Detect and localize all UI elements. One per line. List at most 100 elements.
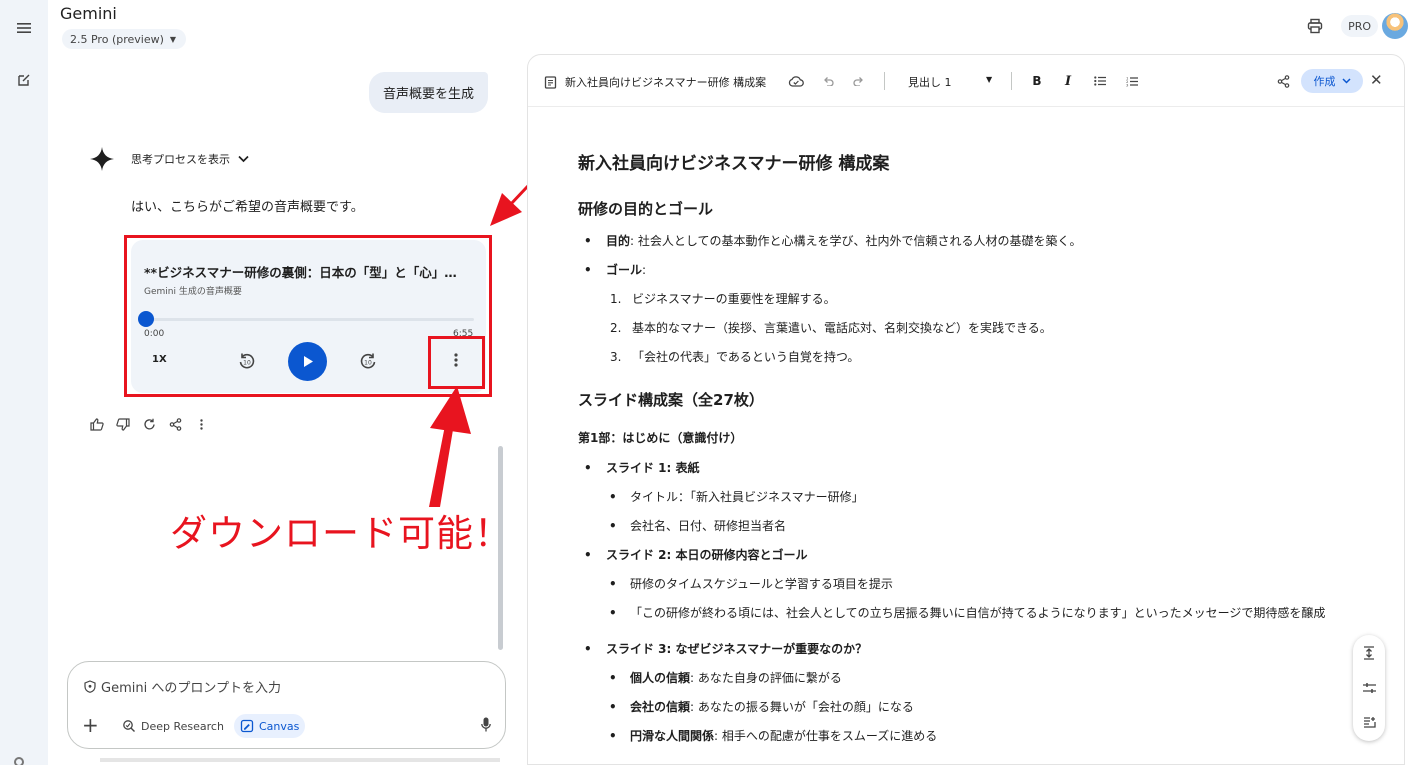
new-chat-icon[interactable] xyxy=(10,66,38,94)
add-attachment-icon[interactable]: + xyxy=(82,715,99,735)
response-actions xyxy=(90,417,208,431)
canvas-doc-title: 新入社員向けビジネスマナー研修 構成案 xyxy=(544,74,766,90)
close-icon[interactable]: ✕ xyxy=(1370,71,1383,89)
doc-heading-purpose: 研修の目的とゴール xyxy=(578,200,714,218)
list-item: • スライド 3: なぜビジネスマナーが重要なのか？ xyxy=(584,642,868,656)
document-icon xyxy=(544,75,557,89)
list-item: • 研修のタイムスケジュールと学習する項目を提示 xyxy=(609,577,893,591)
expand-icon[interactable] xyxy=(1361,645,1377,661)
list-item: 2. 基本的なマナー（挨拶、言葉遣い、電話応対、名刺交換など）を実践できる。 xyxy=(610,321,1052,335)
shield-icon xyxy=(84,680,96,693)
slide-title: スライド 3: なぜビジネスマナーが重要なのか？ xyxy=(606,642,868,656)
more-vert-icon[interactable] xyxy=(194,417,208,431)
svg-text:3: 3 xyxy=(1126,82,1129,87)
list-item: 1. ビジネスマナーの重要性を理解する。 xyxy=(610,292,836,306)
highlight-more-button xyxy=(428,336,485,389)
goal-item: ビジネスマナーの重要性を理解する。 xyxy=(632,292,836,306)
app-title: Gemini xyxy=(60,4,117,23)
canvas-chip[interactable]: Canvas xyxy=(234,714,306,738)
italic-icon[interactable]: I xyxy=(1059,72,1077,90)
item-label: 円滑な人間関係 xyxy=(630,729,715,743)
text-style-select[interactable]: 見出し 1 xyxy=(908,74,952,90)
floating-tools xyxy=(1353,635,1385,741)
canvas-doc-title-text: 新入社員向けビジネスマナー研修 構成案 xyxy=(565,76,767,89)
header-actions: PRO xyxy=(1301,12,1409,40)
canvas-toolbar: 新入社員向けビジネスマナー研修 構成案 見出し 1 ▼ B I 123 作成 ✕ xyxy=(528,55,1404,107)
slide-item: タイトル：「新入社員ビジネスマナー研修」 xyxy=(630,490,864,504)
thumb-down-icon[interactable] xyxy=(116,417,130,431)
deep-research-icon xyxy=(123,720,135,732)
user-message: 音声概要を生成 xyxy=(369,72,489,113)
slide-item: 研修のタイムスケジュールと学習する項目を提示 xyxy=(630,577,893,591)
chat-scrollbar[interactable] xyxy=(498,446,503,650)
slide-item: 会社名、日付、研修担当者名 xyxy=(630,519,787,533)
goal-item: 「会社の代表」であるという自覚を持つ。 xyxy=(632,350,860,364)
toolbar-divider xyxy=(1011,72,1012,90)
slide-title: スライド 1: 表紙 xyxy=(606,461,700,475)
doc-heading-part1: 第1部：はじめに（意識付け） xyxy=(578,431,743,445)
model-label: 2.5 Pro (preview) xyxy=(70,32,164,46)
numbered-list-icon[interactable]: 123 xyxy=(1123,72,1141,90)
tune-icon[interactable] xyxy=(1361,680,1377,696)
canvas-icon xyxy=(240,719,254,733)
plan-badge[interactable]: PRO xyxy=(1341,15,1378,37)
avatar[interactable] xyxy=(1382,13,1408,39)
create-button-label: 作成 xyxy=(1313,75,1336,88)
canvas-document[interactable]: 新入社員向けビジネスマナー研修 構成案 研修の目的とゴール • 目的: 社会人とし… xyxy=(578,149,1348,754)
prompt-placeholder: Gemini へのプロンプトを入力 xyxy=(101,681,281,696)
bold-icon[interactable]: B xyxy=(1028,72,1046,90)
list-item: 3. 「会社の代表」であるという自覚を持つ。 xyxy=(610,350,860,364)
share-icon[interactable] xyxy=(168,417,182,431)
list-item: • 会社名、日付、研修担当者名 xyxy=(609,519,787,533)
list-item: • ゴール: xyxy=(584,263,647,277)
goal-text: : xyxy=(642,263,647,277)
print-icon[interactable] xyxy=(1301,12,1329,40)
deep-research-chip[interactable]: Deep Research xyxy=(116,714,230,738)
goal-label: ゴール xyxy=(606,263,643,277)
list-item: • スライド 2: 本日の研修内容とゴール xyxy=(584,548,808,562)
settings-icon[interactable] xyxy=(14,757,24,765)
left-rail xyxy=(0,0,48,765)
list-item: • タイトル：「新入社員ビジネスマナー研修」 xyxy=(609,490,864,504)
response-text: はい、こちらがご希望の音声概要です。 xyxy=(131,200,364,215)
create-button[interactable]: 作成 xyxy=(1301,69,1363,93)
refresh-icon[interactable] xyxy=(142,417,156,431)
share-icon[interactable] xyxy=(1274,72,1292,90)
disclaimer-text-cut xyxy=(100,758,500,762)
toolbar-divider xyxy=(884,72,885,90)
canvas-label: Canvas xyxy=(259,719,300,733)
thumb-up-icon[interactable] xyxy=(90,417,104,431)
item-text: : あなたの振る舞いが「会社の顔」になる xyxy=(690,700,914,714)
cloud-save-icon[interactable] xyxy=(787,72,805,90)
chevron-down-icon[interactable]: ▼ xyxy=(986,75,992,84)
list-item: • 会社の信頼: あなたの振る舞いが「会社の顔」になる xyxy=(609,700,914,714)
mic-icon[interactable] xyxy=(481,717,491,736)
item-label: 個人の信頼 xyxy=(630,671,691,685)
model-selector[interactable]: 2.5 Pro (preview) ▼ xyxy=(62,29,187,49)
thinking-toggle[interactable]: 思考プロセスを表示 xyxy=(131,151,249,167)
chevron-down-icon xyxy=(1341,78,1351,84)
canvas-panel: 新入社員向けビジネスマナー研修 構成案 見出し 1 ▼ B I 123 作成 ✕ xyxy=(527,54,1405,765)
item-text: : あなた自身の評価に繋がる xyxy=(690,671,842,685)
chevron-down-icon: ▼ xyxy=(169,34,177,44)
list-item: • 個人の信頼: あなた自身の評価に繋がる xyxy=(609,671,842,685)
goal-item: 基本的なマナー（挨拶、言葉遣い、電話応対、名刺交換など）を実践できる。 xyxy=(632,321,1052,335)
list-item: • 「この研修が終わる頃には、社会人としての立ち居振る舞いに自信が持てるようになり… xyxy=(609,606,1326,620)
undo-icon[interactable] xyxy=(819,72,837,90)
list-item: • スライド 1: 表紙 xyxy=(584,461,700,475)
redo-icon[interactable] xyxy=(850,72,868,90)
purpose-text: : 社会人としての基本動作と心構えを学び、社内外で信頼される人材の基礎を築く。 xyxy=(630,234,1082,248)
list-item: • 目的: 社会人としての基本動作と心構えを学び、社内外で信頼される人材の基礎を築… xyxy=(584,234,1082,248)
download-annotation: ダウンロード可能！ xyxy=(170,512,512,555)
prompt-input[interactable]: Gemini へのプロンプトを入力 xyxy=(84,677,281,696)
gemini-spark-icon xyxy=(90,147,114,171)
slide-title: スライド 2: 本日の研修内容とゴール xyxy=(606,548,808,562)
bullet-list-icon[interactable] xyxy=(1091,72,1109,90)
insert-icon[interactable] xyxy=(1361,714,1377,730)
item-label: 会社の信頼 xyxy=(630,700,691,714)
menu-icon[interactable] xyxy=(10,14,38,42)
item-text: : 相手への配慮が仕事をスムーズに進める xyxy=(714,729,938,743)
deep-research-label: Deep Research xyxy=(141,719,224,733)
thinking-toggle-label: 思考プロセスを表示 xyxy=(131,153,230,166)
prompt-box[interactable]: Gemini へのプロンプトを入力 + Deep Research Canvas xyxy=(67,661,506,749)
